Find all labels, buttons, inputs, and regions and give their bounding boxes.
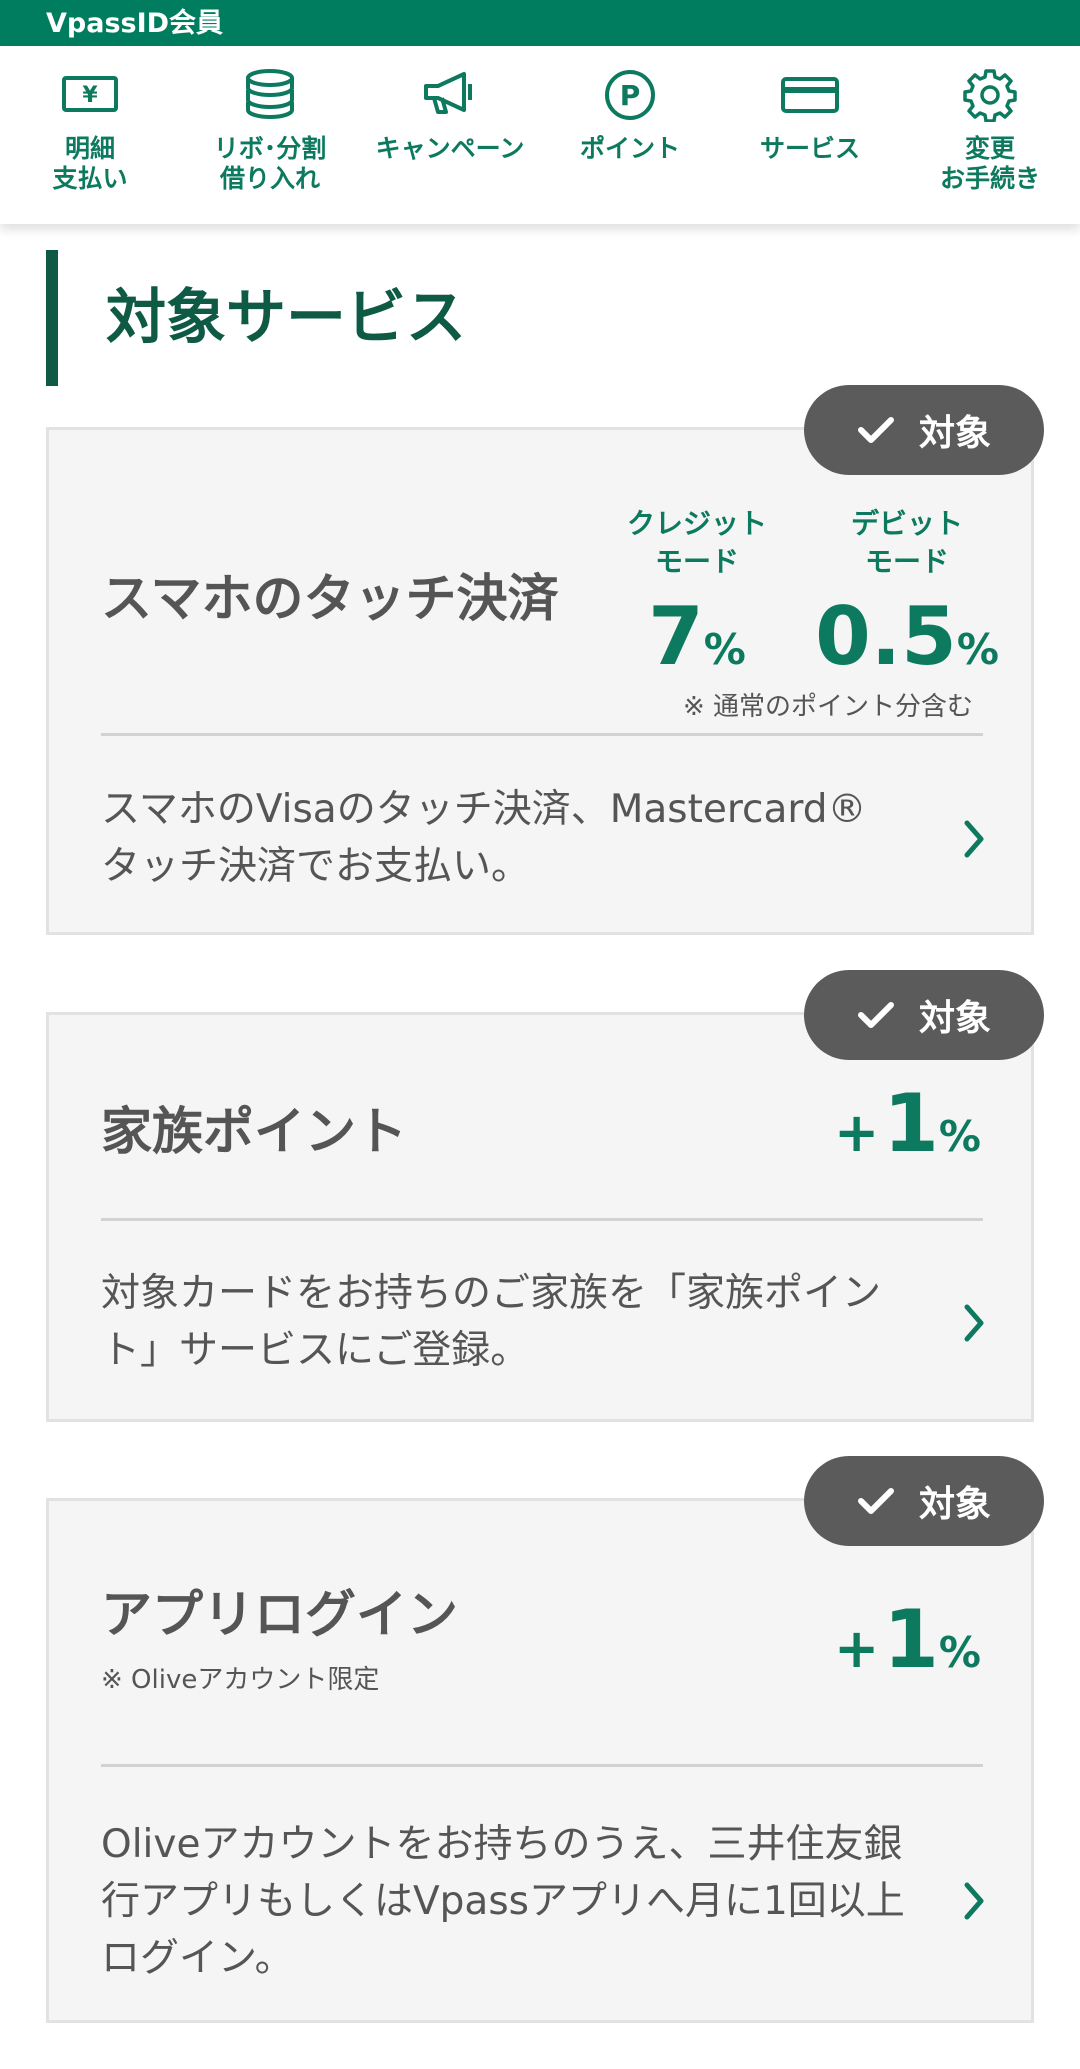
service-card-touch-payment: 対象 スマホのタッチ決済 クレジット モード デビット モード 7% 0.5% … (46, 385, 1044, 935)
service-description[interactable]: 対象カードをお持ちのご家族を「家族ポイント」サービスにご登録。 (101, 1265, 901, 1379)
login-rate-percent: % (938, 1628, 981, 1677)
check-icon (857, 1488, 894, 1514)
service-note: ※ Oliveアカウント限定 (101, 1665, 380, 1695)
badge-label: 対象 (918, 1484, 991, 1525)
service-name: スマホのタッチ決済 (101, 570, 559, 629)
svg-text:¥: ¥ (82, 83, 98, 108)
gear-icon (958, 66, 1022, 124)
nav-item-settings[interactable]: 変更 お手続き (900, 46, 1080, 224)
chevron-right-icon[interactable] (959, 1879, 989, 1923)
nav-item-service[interactable]: サービス (720, 46, 900, 224)
nav-label-statement: 明細 支払い (52, 134, 128, 193)
card-divider (101, 733, 983, 736)
credit-rate-percent: % (703, 625, 746, 674)
svg-text:P: P (620, 79, 641, 112)
nav-item-revolving[interactable]: リボ･分割 借り入れ (180, 46, 360, 224)
service-description[interactable]: Oliveアカウントをお持ちのうえ、三井住友銀行アプリもしくはVpassアプリへ… (101, 1816, 921, 1987)
service-card-family-point: 対象 家族ポイント +1% 対象カードをお持ちのご家族を「家族ポイント」サービス… (46, 970, 1044, 1422)
debit-mode-label: デビット モード (850, 507, 963, 578)
credit-rate-value: 7 (648, 590, 704, 683)
eligible-badge: 対象 (804, 385, 1044, 475)
service-description[interactable]: スマホのVisaのタッチ決済、Mastercard®タッチ決済でお支払い。 (101, 781, 901, 895)
family-rate-value: 1 (883, 1077, 939, 1170)
nav-label-revolving: リボ･分割 借り入れ (213, 134, 327, 193)
debit-rate-value: 0.5 (815, 590, 957, 683)
main-nav: ¥ 明細 支払い リボ･分割 借り入れ キャンペーン P ポイント サービス 変… (0, 46, 1080, 224)
nav-item-statement[interactable]: ¥ 明細 支払い (0, 46, 180, 224)
badge-label: 対象 (918, 998, 991, 1039)
card-icon (778, 66, 842, 124)
nav-item-point[interactable]: P ポイント (540, 46, 720, 224)
nav-label-service: サービス (759, 134, 860, 163)
megaphone-icon (418, 66, 482, 124)
card-divider (101, 1764, 983, 1767)
service-name: 家族ポイント (101, 1103, 408, 1162)
check-icon (857, 1002, 894, 1028)
login-rate-value: 1 (883, 1593, 939, 1686)
chevron-right-icon[interactable] (959, 1301, 989, 1345)
nav-label-settings: 変更 お手続き (939, 134, 1040, 193)
service-name: アプリログイン (101, 1586, 459, 1645)
nav-label-campaign: キャンペーン (375, 134, 525, 163)
member-header: VpassID会員 (0, 0, 1080, 46)
credit-rate: 7% (617, 590, 777, 683)
service-card-app-login: 対象 アプリログイン ※ Oliveアカウント限定 +1% Oliveアカウント… (46, 1456, 1044, 2023)
eligible-badge: 対象 (804, 970, 1044, 1060)
yen-bill-icon: ¥ (58, 66, 122, 124)
debit-rate: 0.5% (797, 590, 1017, 683)
credit-mode-label: クレジット モード (626, 507, 767, 578)
nav-item-campaign[interactable]: キャンペーン (360, 46, 540, 224)
card-divider (101, 1218, 983, 1221)
login-rate: +1% (834, 1593, 981, 1686)
point-icon: P (598, 66, 662, 124)
coin-stack-icon (238, 66, 302, 124)
check-icon (857, 417, 894, 443)
family-rate-percent: % (938, 1112, 981, 1161)
rate-plus: + (833, 1101, 880, 1164)
family-rate: +1% (834, 1077, 981, 1170)
rate-plus: + (833, 1617, 880, 1680)
chevron-right-icon[interactable] (959, 817, 989, 861)
badge-label: 対象 (918, 413, 991, 454)
page-title: 対象サービス (46, 250, 466, 386)
debit-rate-percent: % (956, 625, 999, 674)
member-title: VpassID会員 (46, 8, 224, 39)
nav-label-point: ポイント (579, 134, 680, 163)
eligible-badge: 対象 (804, 1456, 1044, 1546)
rate-note: ※ 通常のポイント分含む (683, 692, 974, 722)
